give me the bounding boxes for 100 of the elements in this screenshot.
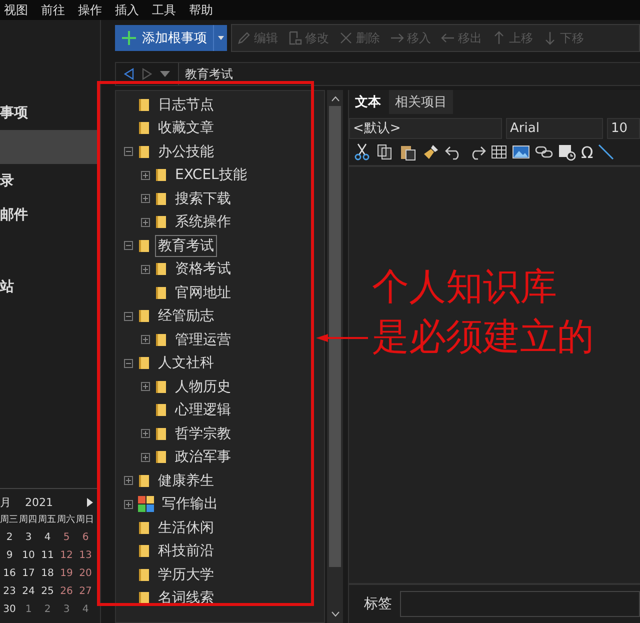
expand-toggle-icon[interactable]: [141, 335, 150, 344]
cut-icon[interactable]: [353, 143, 371, 161]
sidebar-item[interactable]: 邮件: [0, 198, 100, 232]
style-dropdown[interactable]: <默认>: [349, 118, 502, 139]
expand-toggle-icon[interactable]: [141, 382, 150, 392]
expand-toggle-icon[interactable]: [141, 170, 150, 180]
tree-item[interactable]: EXCEL技能: [172, 164, 250, 186]
weekday-label: 周四: [19, 514, 38, 527]
sidebar-item[interactable]: 录: [0, 164, 100, 198]
expand-toggle-icon[interactable]: [124, 476, 133, 486]
tree-item[interactable]: 收藏文章: [155, 117, 217, 140]
tree-item[interactable]: 哲学宗教: [172, 422, 234, 445]
tree-item[interactable]: 科技前沿: [155, 540, 217, 562]
calendar-day[interactable]: 3: [19, 529, 38, 547]
calendar-day[interactable]: 20: [76, 565, 95, 583]
calendar-day[interactable]: 6: [76, 529, 95, 547]
expand-toggle-icon[interactable]: [141, 218, 150, 227]
table-icon[interactable]: [491, 144, 507, 160]
calendar-day[interactable]: 2: [0, 529, 19, 547]
expand-toggle-icon[interactable]: [141, 194, 150, 204]
path-field[interactable]: 教育考试: [178, 63, 640, 85]
calendar-day[interactable]: 4: [76, 601, 95, 619]
calendar-day[interactable]: 24: [19, 583, 38, 601]
calendar-day[interactable]: 11: [38, 547, 57, 565]
calendar-day[interactable]: 4: [38, 529, 57, 547]
tiles-icon: [138, 496, 154, 512]
calendar-day[interactable]: 19: [57, 565, 76, 583]
brush-icon[interactable]: [422, 143, 440, 161]
font-dropdown[interactable]: Arial: [506, 118, 603, 139]
expand-toggle-icon[interactable]: [124, 500, 133, 509]
menu-item[interactable]: 工具: [152, 2, 176, 18]
tree-item[interactable]: 名词线索: [155, 587, 217, 610]
folder-icon: [155, 262, 167, 276]
size-dropdown[interactable]: 10: [607, 118, 640, 139]
tree-item[interactable]: 人物历史: [172, 376, 234, 398]
calendar-day[interactable]: 16: [0, 565, 19, 583]
tag-field[interactable]: [400, 591, 640, 617]
calendar-day[interactable]: 26: [57, 583, 76, 601]
calendar-day[interactable]: 25: [38, 583, 57, 601]
text-editor[interactable]: [349, 167, 640, 583]
tree-item[interactable]: 搜索下载: [172, 188, 234, 210]
caret-icon[interactable]: [160, 71, 170, 77]
tab[interactable]: 相关项目: [389, 90, 453, 114]
expand-toggle-icon[interactable]: [124, 312, 133, 321]
tree-item[interactable]: 经管励志: [155, 305, 217, 328]
calendar-clock-icon[interactable]: [558, 143, 576, 161]
sidebar-item[interactable]: 事项: [0, 96, 100, 130]
line-icon[interactable]: [598, 144, 614, 160]
link-icon[interactable]: [535, 144, 553, 160]
menu-item[interactable]: 插入: [115, 2, 139, 18]
paste-icon[interactable]: [399, 143, 417, 161]
scrollbar[interactable]: [327, 90, 343, 623]
calendar-day[interactable]: 30: [0, 601, 19, 619]
expand-toggle-icon[interactable]: [141, 452, 150, 462]
expand-toggle-icon[interactable]: [141, 264, 150, 274]
calendar-day[interactable]: 27: [76, 583, 95, 601]
expand-toggle-icon[interactable]: [141, 429, 150, 438]
tree-item[interactable]: 资格考试: [172, 258, 234, 280]
calendar-day[interactable]: 12: [57, 547, 76, 565]
tree-item[interactable]: 教育考试: [155, 234, 217, 257]
calendar-day[interactable]: 5: [57, 529, 76, 547]
next-month-icon[interactable]: [87, 498, 93, 506]
tree-item[interactable]: 政治军事: [172, 446, 234, 468]
calendar-day[interactable]: 23: [0, 583, 19, 601]
scroll-up-icon[interactable]: [330, 96, 340, 102]
tree-item[interactable]: 写作输出: [159, 493, 221, 516]
back-icon[interactable]: [124, 68, 134, 80]
calendar-day[interactable]: 2: [38, 601, 57, 619]
expand-toggle-icon[interactable]: [124, 147, 133, 156]
expand-toggle-icon[interactable]: [124, 241, 133, 250]
tree-item[interactable]: 系统操作: [172, 211, 234, 234]
forward-icon[interactable]: [142, 68, 152, 80]
dropdown-button[interactable]: [213, 25, 227, 51]
tree-item[interactable]: 健康养生: [155, 470, 217, 492]
tree-item[interactable]: 人文社科: [155, 352, 217, 374]
menu-item[interactable]: 帮助: [189, 2, 213, 18]
menu-item[interactable]: 视图: [4, 2, 28, 18]
calendar-day[interactable]: 13: [76, 547, 95, 565]
add-root-button[interactable]: 添加根事项: [115, 25, 213, 51]
menu-item[interactable]: 前往: [41, 2, 65, 18]
copy-icon[interactable]: [376, 143, 394, 161]
symbol-button[interactable]: Ω: [581, 142, 594, 162]
tree-item[interactable]: 生活休闲: [155, 516, 217, 539]
calendar-day[interactable]: 1: [19, 601, 38, 619]
calendar-day[interactable]: 17: [19, 565, 38, 583]
calendar-day[interactable]: 3: [57, 601, 76, 619]
tree-item[interactable]: 办公技能: [155, 140, 217, 163]
expand-toggle-icon[interactable]: [124, 358, 133, 368]
menu-item[interactable]: 操作: [78, 2, 102, 18]
image-icon[interactable]: [512, 144, 530, 160]
calendar-day[interactable]: 10: [19, 547, 38, 565]
calendar-day[interactable]: 18: [38, 565, 57, 583]
tree-item[interactable]: 管理运营: [172, 328, 234, 351]
calendar-day[interactable]: 9: [0, 547, 19, 565]
tree-item[interactable]: 心理逻辑: [172, 399, 234, 422]
tree-item[interactable]: 学历大学: [155, 564, 217, 586]
tree-item[interactable]: 日志节点: [155, 94, 217, 116]
scrollbar-thumb[interactable]: [329, 106, 341, 567]
scroll-down-icon[interactable]: [330, 611, 340, 617]
tree-item[interactable]: 官网地址: [172, 282, 234, 304]
